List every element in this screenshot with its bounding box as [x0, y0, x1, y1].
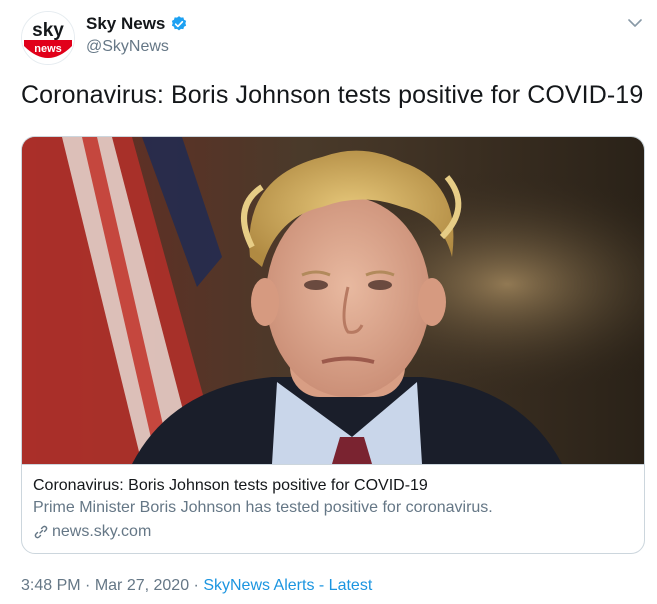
verified-badge-icon	[170, 15, 188, 33]
meta-separator: ·	[189, 577, 204, 594]
card-domain-text: news.sky.com	[52, 523, 152, 540]
card-title: Coronavirus: Boris Johnson tests positiv…	[33, 477, 428, 494]
tweet-source-link[interactable]: SkyNews Alerts - Latest	[203, 577, 372, 595]
display-name[interactable]: Sky News	[86, 14, 165, 34]
card-image	[22, 137, 644, 464]
card-domain: news.sky.com	[33, 523, 151, 541]
tweet: sky news Sky News @SkyNews Coronavirus: …	[0, 0, 657, 604]
logo-news-text: news	[34, 43, 62, 55]
link-icon	[33, 524, 49, 540]
chevron-down-icon[interactable]	[626, 14, 644, 32]
tweet-time[interactable]: 3:48 PM	[21, 577, 81, 595]
sky-news-logo: sky news	[22, 12, 74, 64]
handle[interactable]: @SkyNews	[86, 38, 169, 56]
link-card[interactable]: Coronavirus: Boris Johnson tests positiv…	[21, 136, 645, 554]
card-description: Prime Minister Boris Johnson has tested …	[33, 499, 493, 516]
meta-separator: ·	[80, 577, 95, 594]
tweet-text: Coronavirus: Boris Johnson tests positiv…	[21, 81, 644, 109]
avatar[interactable]: sky news	[21, 11, 75, 65]
card-body: Coronavirus: Boris Johnson tests positiv…	[22, 464, 644, 553]
logo-sky-text: sky	[32, 20, 64, 41]
tweet-meta: 3:48 PM · Mar 27, 2020 · SkyNews Alerts …	[21, 577, 372, 595]
author-name-row: Sky News	[86, 14, 188, 34]
tweet-date[interactable]: Mar 27, 2020	[95, 577, 189, 595]
